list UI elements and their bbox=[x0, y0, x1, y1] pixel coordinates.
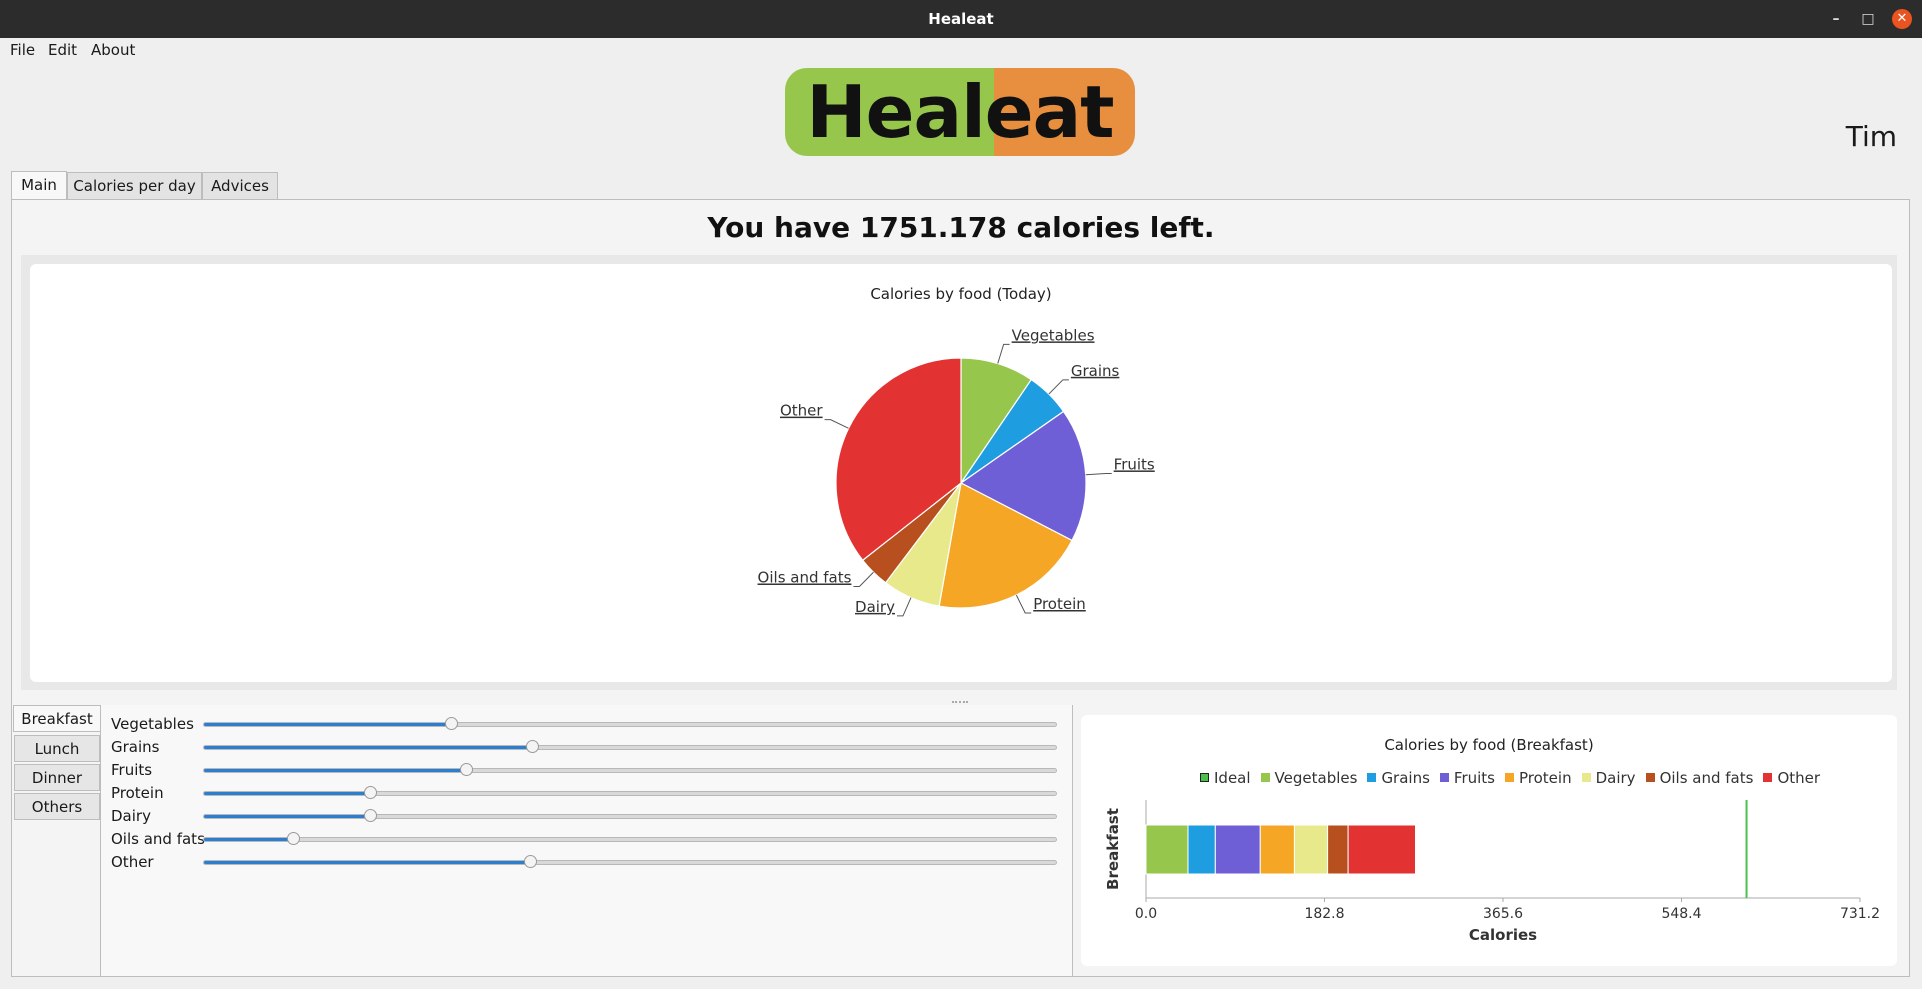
x-tick-label: 548.4 bbox=[1661, 906, 1701, 922]
x-axis-label: Calories bbox=[1469, 926, 1537, 944]
x-tick-label: 0.0 bbox=[1135, 906, 1157, 922]
bar-vegetables bbox=[1145, 824, 1189, 875]
x-tick-label: 731.2 bbox=[1840, 906, 1880, 922]
bar-grains bbox=[1187, 824, 1216, 875]
bar-oils-and-fats bbox=[1327, 824, 1349, 875]
x-tick-label: 365.6 bbox=[1483, 906, 1523, 922]
y-axis-label: Breakfast bbox=[1104, 808, 1122, 890]
bar-other bbox=[1347, 824, 1417, 875]
bar-fruits bbox=[1214, 824, 1261, 875]
bar-chart: 0.0 182.8 365.6 548.4 731.2 Calories Breakfast bbox=[1104, 800, 1880, 944]
x-tick-label: 182.8 bbox=[1304, 906, 1344, 922]
bar-dairy bbox=[1293, 824, 1329, 875]
bar-protein bbox=[1259, 824, 1295, 875]
